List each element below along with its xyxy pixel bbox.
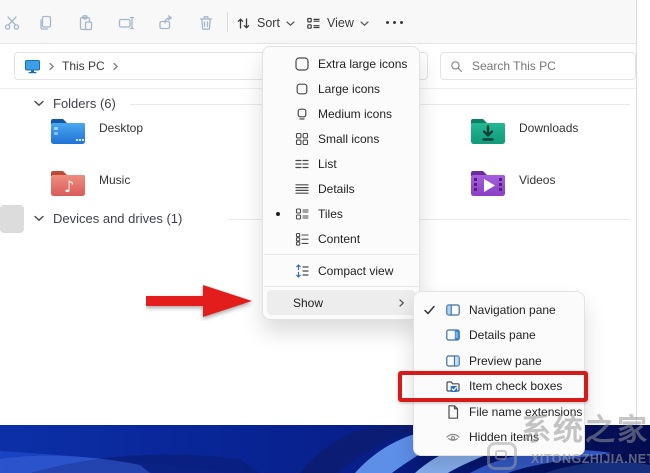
preview-pane-icon: [444, 353, 461, 369]
extra-large-icons-icon: [293, 56, 310, 72]
details-view-icon: [293, 181, 310, 197]
search-box[interactable]: [440, 52, 636, 80]
paste-icon[interactable]: [76, 13, 96, 33]
music-folder-icon: ♪: [48, 166, 88, 200]
toolbar-divider: [227, 12, 228, 32]
menu-item-list[interactable]: List: [263, 151, 419, 176]
desktop-folder-icon: [48, 114, 88, 148]
selected-bullet: [276, 212, 280, 216]
sort-icon: [236, 16, 251, 31]
submenu-item-details-pane[interactable]: Details pane: [414, 323, 584, 349]
view-dropdown-menu: Extra large icons Large icons Medium ico…: [262, 46, 420, 320]
hidden-items-icon: [444, 429, 461, 445]
compact-view-icon: [293, 263, 310, 279]
breadcrumb-chevron-icon: [48, 62, 55, 71]
menu-item-large-icons[interactable]: Large icons: [263, 76, 419, 101]
folder-label: Desktop: [99, 121, 143, 135]
view-label: View: [327, 16, 354, 30]
window-right-border: [636, 0, 637, 425]
folder-tile-desktop[interactable]: Desktop: [48, 114, 143, 148]
menu-separator: [264, 286, 418, 287]
sort-label: Sort: [257, 16, 280, 30]
command-toolbar: Sort View: [0, 0, 637, 44]
submenu-item-preview-pane[interactable]: Preview pane: [414, 348, 584, 374]
menu-item-compact-view[interactable]: Compact view: [263, 258, 419, 283]
folder-tile-videos[interactable]: Videos: [468, 166, 555, 200]
watermark-title: 系统之家: [521, 416, 649, 446]
share-icon[interactable]: [156, 13, 176, 33]
submenu-item-navigation-pane[interactable]: Navigation pane: [414, 297, 584, 323]
details-pane-icon: [444, 327, 461, 343]
chevron-down-icon: [360, 20, 369, 27]
this-pc-icon: [24, 59, 41, 74]
menu-item-medium-icons[interactable]: Medium icons: [263, 101, 419, 126]
chevron-expand-icon: [34, 100, 44, 107]
folder-tile-downloads[interactable]: Downloads: [468, 114, 578, 148]
sort-button[interactable]: Sort: [236, 12, 295, 34]
menu-item-tiles[interactable]: Tiles: [263, 201, 419, 226]
svg-text:♪: ♪: [64, 177, 74, 196]
scrollbar-thumb[interactable]: [0, 205, 24, 233]
red-arrow-annotation: [146, 281, 256, 321]
medium-icons-icon: [293, 106, 310, 122]
devices-group-header[interactable]: Devices and drives (1): [34, 211, 182, 226]
breadcrumb-chevron-icon: [112, 62, 119, 71]
menu-item-extra-large-icons[interactable]: Extra large icons: [263, 51, 419, 76]
file-explorer-window: Sort View: [0, 0, 650, 473]
see-more-button[interactable]: [386, 13, 403, 31]
checkmark-icon: [414, 304, 444, 316]
menu-item-small-icons[interactable]: Small icons: [263, 126, 419, 151]
menu-item-show[interactable]: Show: [267, 290, 415, 315]
delete-icon[interactable]: [196, 13, 216, 33]
cut-icon[interactable]: [2, 13, 22, 33]
view-button[interactable]: View: [306, 12, 369, 34]
search-icon: [450, 60, 463, 73]
small-icons-icon: [293, 131, 310, 147]
downloads-folder-icon: [468, 114, 508, 148]
red-highlight-box: [398, 371, 588, 402]
folders-group-label: Folders (6): [53, 96, 116, 111]
navigation-pane-icon: [444, 302, 461, 318]
folder-label: Videos: [519, 173, 555, 187]
menu-item-details[interactable]: Details: [263, 176, 419, 201]
tiles-view-icon: [293, 206, 310, 222]
search-input[interactable]: [470, 58, 610, 74]
videos-folder-icon: [468, 166, 508, 200]
chevron-expand-icon: [34, 215, 44, 222]
large-icons-icon: [293, 81, 310, 97]
folder-tile-music[interactable]: ♪ Music: [48, 166, 130, 200]
file-name-extensions-icon: [444, 404, 461, 420]
menu-separator: [264, 254, 418, 255]
chevron-down-icon: [286, 20, 295, 27]
folder-label: Music: [99, 173, 130, 187]
content-view-icon: [293, 231, 310, 247]
copy-icon[interactable]: [36, 13, 56, 33]
folder-label: Downloads: [519, 121, 578, 135]
watermark-site: XITONGZHIJIA.NET: [531, 452, 650, 466]
view-icon: [306, 16, 321, 31]
breadcrumb-this-pc[interactable]: This PC: [62, 59, 105, 73]
rename-icon[interactable]: [116, 13, 136, 33]
list-view-icon: [293, 156, 310, 172]
folders-group-header[interactable]: Folders (6): [34, 96, 116, 111]
menu-item-content[interactable]: Content: [263, 226, 419, 251]
submenu-chevron-icon: [398, 298, 405, 308]
watermark-logo: [487, 442, 517, 470]
devices-group-label: Devices and drives (1): [53, 211, 182, 226]
